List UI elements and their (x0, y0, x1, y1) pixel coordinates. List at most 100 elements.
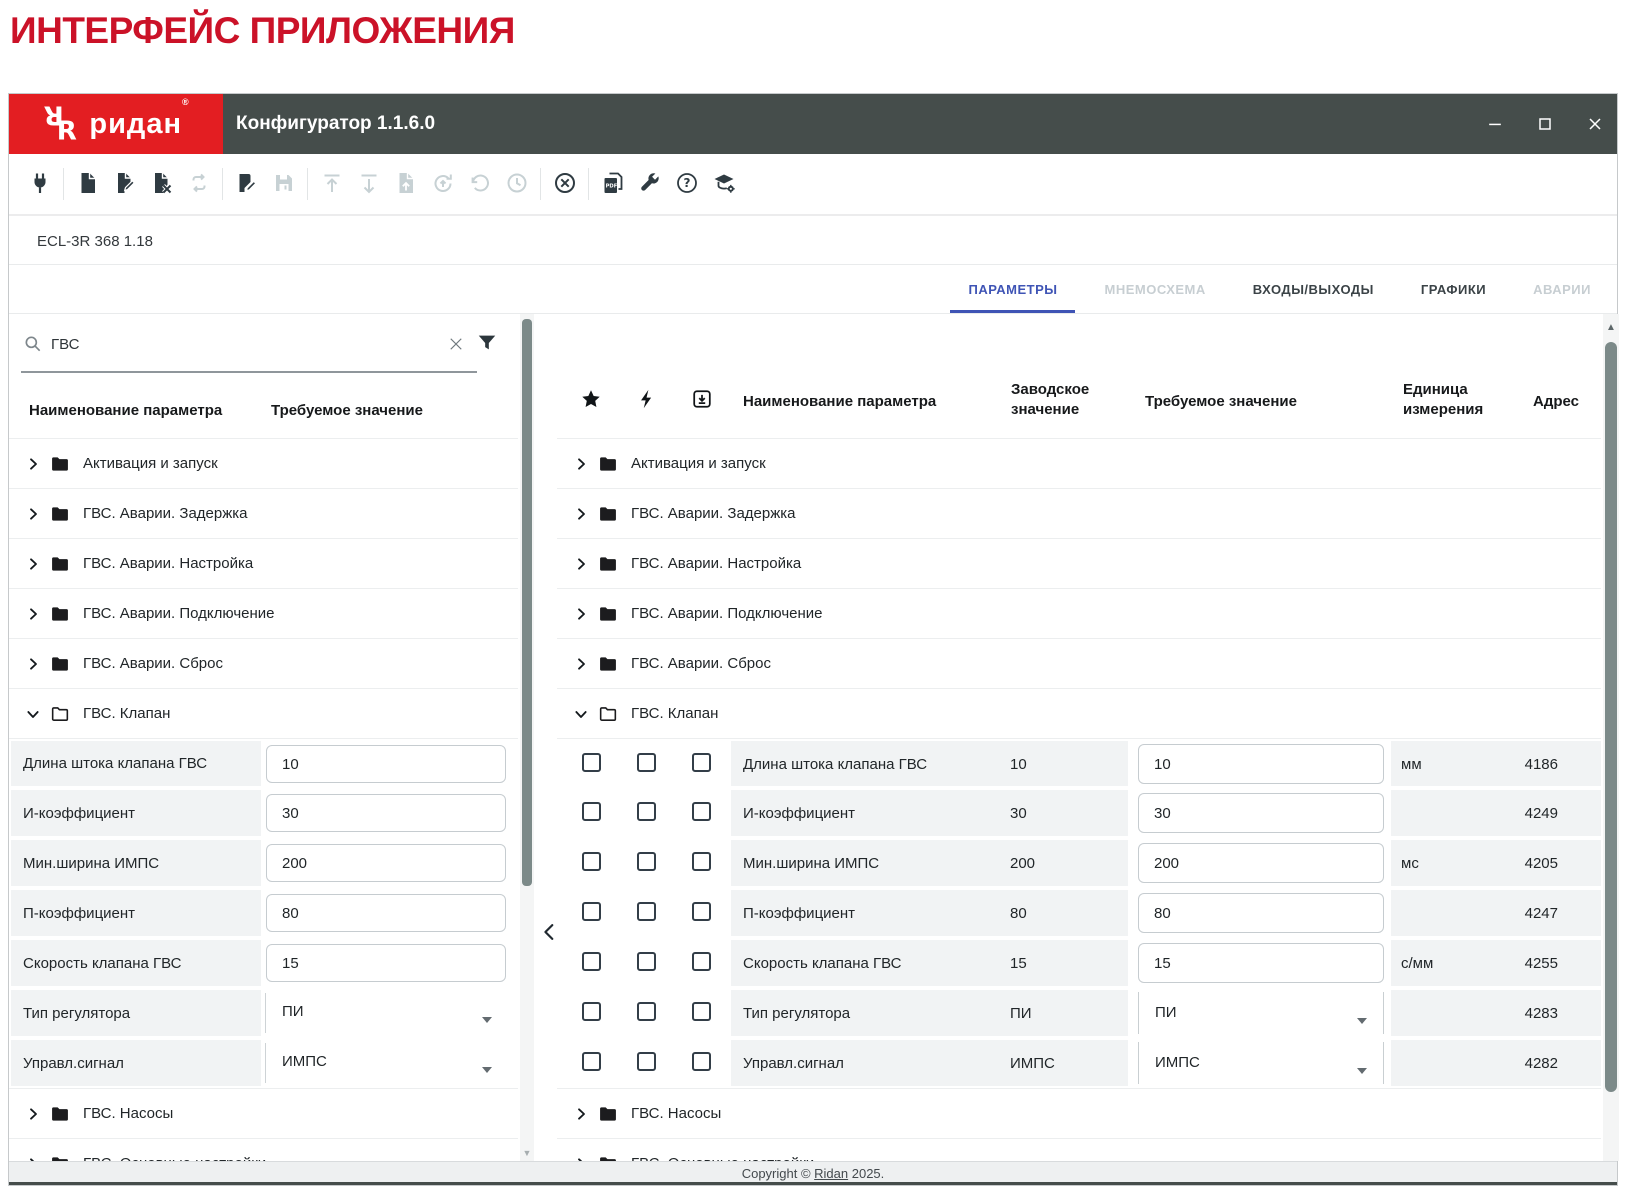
history-button[interactable] (504, 171, 529, 197)
export-pdf-button[interactable]: PDF (600, 171, 625, 197)
help-button[interactable]: ? (674, 171, 699, 197)
left-scrollbar-thumb[interactable] (522, 319, 532, 886)
favorite-checkbox[interactable] (582, 753, 601, 772)
tab-parameters[interactable]: ПАРАМЕТРЫ (966, 265, 1059, 313)
write-checkbox[interactable] (637, 902, 656, 921)
write-checkbox[interactable] (637, 802, 656, 821)
favorites-column-icon[interactable] (580, 388, 602, 410)
right-scrollbar-thumb[interactable] (1605, 342, 1617, 1092)
left-scrollbar[interactable]: ▼ (520, 314, 534, 1161)
chevron-right-icon[interactable] (573, 556, 589, 572)
chevron-right-icon[interactable] (573, 456, 589, 472)
ridan-link[interactable]: Ridan (814, 1166, 848, 1181)
write-checkbox[interactable] (637, 1002, 656, 1021)
required-value-input[interactable] (266, 844, 506, 882)
load-checkbox[interactable] (692, 902, 711, 921)
scroll-down-arrow-icon[interactable]: ▼ (520, 1148, 534, 1158)
write-checkbox[interactable] (637, 1052, 656, 1071)
required-value-input[interactable] (1138, 943, 1384, 983)
tree-group-row[interactable]: ГВС. Аварии. Настройка (9, 538, 518, 588)
chevron-down-icon[interactable] (573, 706, 589, 722)
favorite-checkbox[interactable] (582, 902, 601, 921)
search-input[interactable] (51, 327, 431, 361)
download-from-device-button[interactable] (356, 171, 381, 197)
favorite-checkbox[interactable] (582, 1002, 601, 1021)
tree-group-row[interactable]: ГВС. Насосы (557, 1088, 1601, 1138)
tab-alarms[interactable]: АВАРИИ (1531, 265, 1593, 313)
write-checkbox[interactable] (637, 952, 656, 971)
right-scrollbar[interactable]: ▲ (1603, 314, 1619, 1161)
tree-group-row[interactable]: ГВС. Аварии. Сброс (557, 638, 1601, 688)
favorite-checkbox[interactable] (582, 852, 601, 871)
close-button[interactable] (1582, 111, 1608, 137)
restore-config-button[interactable] (430, 171, 455, 197)
upload-to-device-button[interactable] (319, 171, 344, 197)
tab-graphics[interactable]: ГРАФИКИ (1419, 265, 1488, 313)
required-value-input[interactable] (266, 745, 506, 783)
search-clear-button[interactable] (446, 335, 466, 355)
delete-config-button[interactable] (149, 171, 174, 197)
tree-group-row[interactable]: ГВС. Насосы (9, 1088, 518, 1138)
tree-group-row[interactable]: ГВС. Аварии. Настройка (557, 538, 1601, 588)
required-value-select[interactable]: ПИ (265, 993, 506, 1033)
load-column-icon[interactable] (691, 388, 713, 410)
settings-button[interactable] (637, 171, 662, 197)
chevron-right-icon[interactable] (25, 656, 41, 672)
save-config-button[interactable] (271, 171, 296, 197)
tree-group-row[interactable]: Активация и запуск (9, 438, 518, 488)
required-value-input[interactable] (1138, 893, 1384, 933)
tree-group-row[interactable]: ГВС. Аварии. Задержка (557, 488, 1601, 538)
maximize-button[interactable] (1532, 111, 1558, 137)
load-checkbox[interactable] (692, 952, 711, 971)
connect-button[interactable] (27, 171, 52, 197)
training-button[interactable] (711, 171, 736, 197)
undo-button[interactable] (467, 171, 492, 197)
chevron-right-icon[interactable] (573, 506, 589, 522)
write-checkbox[interactable] (637, 852, 656, 871)
tree-group-row[interactable]: Активация и запуск (557, 438, 1601, 488)
chevron-down-icon[interactable] (25, 706, 41, 722)
required-value-input[interactable] (266, 894, 506, 932)
tree-group-row[interactable]: ГВС. Аварии. Задержка (9, 488, 518, 538)
chevron-right-icon[interactable] (25, 1106, 41, 1122)
write-column-icon[interactable] (636, 388, 658, 410)
filter-button[interactable] (475, 332, 499, 356)
required-value-input[interactable] (1138, 843, 1384, 883)
tab-mnemoscheme[interactable]: МНЕМОСХЕМА (1102, 265, 1207, 313)
tree-group-row[interactable]: ГВС. Основные настройки (557, 1138, 1601, 1161)
load-checkbox[interactable] (692, 802, 711, 821)
required-value-select[interactable]: ИМПС (1138, 1042, 1384, 1084)
required-value-select[interactable]: ИМПС (265, 1043, 506, 1083)
required-value-select[interactable]: ПИ (1138, 992, 1384, 1034)
write-checkbox[interactable] (637, 753, 656, 772)
load-file-to-device-button[interactable] (393, 171, 418, 197)
required-value-input[interactable] (1138, 793, 1384, 833)
required-value-input[interactable] (266, 944, 506, 982)
scroll-up-arrow-icon[interactable]: ▲ (1603, 322, 1619, 333)
favorite-checkbox[interactable] (582, 952, 601, 971)
load-checkbox[interactable] (692, 753, 711, 772)
tree-group-row[interactable]: ГВС. Аварии. Подключение (9, 588, 518, 638)
edit-config-button[interactable] (112, 171, 137, 197)
minimize-button[interactable] (1482, 111, 1508, 137)
new-config-button[interactable] (75, 171, 100, 197)
write-config-button[interactable] (234, 171, 259, 197)
load-checkbox[interactable] (692, 1052, 711, 1071)
tree-group-row[interactable]: ГВС. Аварии. Сброс (9, 638, 518, 688)
tree-group-row[interactable]: ГВС. Клапан (9, 688, 518, 738)
load-checkbox[interactable] (692, 1002, 711, 1021)
chevron-right-icon[interactable] (25, 456, 41, 472)
tree-group-row[interactable]: ГВС. Основные настройки (9, 1138, 518, 1161)
chevron-right-icon[interactable] (25, 606, 41, 622)
chevron-right-icon[interactable] (25, 556, 41, 572)
tree-group-row[interactable]: ГВС. Аварии. Подключение (557, 588, 1601, 638)
cancel-operation-button[interactable] (552, 171, 577, 197)
chevron-right-icon[interactable] (25, 506, 41, 522)
tab-inputs-outputs[interactable]: ВХОДЫ/ВЫХОДЫ (1251, 265, 1376, 313)
favorite-checkbox[interactable] (582, 1052, 601, 1071)
chevron-right-icon[interactable] (573, 656, 589, 672)
chevron-right-icon[interactable] (573, 606, 589, 622)
required-value-input[interactable] (266, 794, 506, 832)
favorite-checkbox[interactable] (582, 802, 601, 821)
chevron-right-icon[interactable] (573, 1106, 589, 1122)
